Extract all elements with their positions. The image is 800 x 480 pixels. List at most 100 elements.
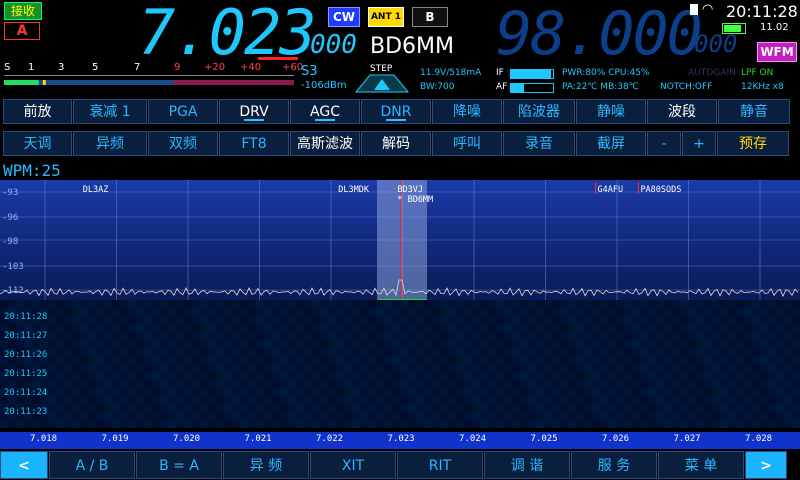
station-label-5: PA80SODS — [640, 185, 681, 195]
button-label: 衰减 1 — [89, 104, 131, 120]
button-row1-8[interactable]: 静噪 — [576, 99, 646, 124]
waterfall-time: 20:11:26 — [4, 350, 48, 360]
if-gain-bar[interactable] — [510, 69, 554, 79]
freq-scale-label: 7.024 — [459, 434, 487, 444]
button-label: 静音 — [740, 104, 768, 120]
button-row1-0[interactable]: 前放 — [3, 99, 72, 124]
button-label: 前放 — [23, 104, 52, 120]
waterfall-display[interactable] — [0, 300, 800, 428]
date: 11.02 — [760, 22, 789, 33]
bottom-button-1[interactable]: A / B — [49, 451, 135, 479]
button-label: 降噪 — [453, 104, 481, 120]
button-row1-1[interactable]: 衰减 1 — [73, 99, 147, 124]
af-gain-bar[interactable] — [510, 83, 554, 93]
station-label-4: G4AFU — [598, 185, 624, 195]
receive-badge: 接收 — [4, 2, 42, 20]
bottom-button-5[interactable]: RIT — [397, 451, 483, 479]
station-label-2: BD3VJ — [397, 185, 423, 195]
button-label: DNR — [380, 104, 412, 120]
button-row2-10[interactable]: + — [682, 131, 716, 156]
button-label: 高斯滤波 — [297, 136, 353, 152]
bottom-button-4[interactable]: XIT — [310, 451, 396, 479]
freq-scale-label: 7.022 — [316, 434, 344, 444]
dbm-reading: -106dBm — [301, 80, 347, 91]
button-row2-5[interactable]: 解码 — [361, 131, 431, 156]
notch-readout: NOTCH:OFF — [660, 82, 713, 92]
bottom-button-6[interactable]: 调 谐 — [484, 451, 570, 479]
step-indicator[interactable] — [352, 73, 412, 93]
button-row1-6[interactable]: 降噪 — [432, 99, 502, 124]
button-row1-10[interactable]: 静音 — [718, 99, 790, 124]
vfo-a-indicator[interactable]: A — [4, 22, 40, 40]
button-row2-9[interactable]: - — [647, 131, 681, 156]
button-label: 预存 — [739, 136, 767, 152]
button-row2-3[interactable]: FT8 — [219, 131, 289, 156]
button-label: 呼叫 — [453, 136, 481, 152]
s-meter-tick-1: 1 — [28, 62, 35, 73]
db-label: -98 — [2, 237, 18, 247]
button-row1-9[interactable]: 波段 — [647, 99, 717, 124]
button-row2-1[interactable]: 异频 — [73, 131, 147, 156]
waterfall-time: 20:11:24 — [4, 388, 48, 398]
s-reading: S3 — [301, 64, 318, 79]
bottom-button-9[interactable]: > — [745, 451, 787, 479]
if-label: IF — [496, 68, 504, 78]
wpm-readout: WPM:25 — [3, 161, 61, 180]
button-label: 异频 — [96, 136, 124, 152]
bottom-button-0[interactable]: < — [0, 451, 48, 479]
temperature-readout: PA:22℃ MB:38℃ — [562, 82, 639, 92]
bottom-button-7[interactable]: 服 务 — [571, 451, 657, 479]
clock: 20:11:28 — [726, 2, 798, 21]
button-row1-7[interactable]: 陷波器 — [503, 99, 575, 124]
button-row2-6[interactable]: 呼叫 — [432, 131, 502, 156]
sd-card-icon — [690, 4, 698, 15]
freq-scale-label: 7.023 — [387, 434, 415, 444]
button-label: 静噪 — [597, 104, 625, 120]
vfo-b-badge[interactable]: B — [412, 7, 448, 27]
button-row1-3[interactable]: DRV — [219, 99, 289, 124]
button-label: 波段 — [668, 104, 696, 120]
button-row2-4[interactable]: 高斯滤波 — [290, 131, 360, 156]
button-row1-5[interactable]: DNR — [361, 99, 431, 124]
bottom-button-3[interactable]: 异 频 — [223, 451, 309, 479]
button-row2-2[interactable]: 双频 — [148, 131, 218, 156]
spectrum-display[interactable]: -93-96-98-103-112DL3AZ DL3MDK BD3VJ* BD6MM… — [0, 180, 800, 300]
button-label: DRV — [239, 104, 269, 120]
freq-scale-label: 7.027 — [673, 434, 701, 444]
voltage-readout: 11.9V/518mA — [420, 68, 482, 78]
wfm-badge[interactable]: WFM — [757, 42, 797, 62]
s-meter-tick-4: 7 — [134, 62, 141, 73]
sub-frequency[interactable]: 98.000 — [496, 2, 703, 66]
s-meter-tick-3: 5 — [92, 62, 99, 73]
button-label: - — [661, 136, 667, 152]
antenna-badge[interactable]: ANT 1 — [368, 7, 404, 27]
button-row2-7[interactable]: 录音 — [503, 131, 575, 156]
bandwidth-readout[interactable]: BW:700 — [420, 82, 454, 92]
button-row1-4[interactable]: AGC — [290, 99, 360, 124]
button-label: + — [693, 136, 705, 152]
freq-scale-label: 7.019 — [101, 434, 129, 444]
s-meter-tick-5: 9 — [174, 62, 181, 73]
button-row1-2[interactable]: PGA — [148, 99, 218, 124]
waterfall-time: 20:11:25 — [4, 369, 48, 379]
s-meter-bar — [4, 80, 294, 85]
s-meter-tick-6: +20 — [204, 62, 226, 73]
freq-scale-label: 7.021 — [244, 434, 272, 444]
button-row2-8[interactable]: 截屏 — [576, 131, 646, 156]
button-label: PGA — [168, 104, 198, 120]
callsign: BD6MM — [370, 34, 454, 59]
bottom-button-2[interactable]: B = A — [136, 451, 222, 479]
active-indicator — [386, 119, 406, 121]
s-meter-tick-2: 3 — [58, 62, 65, 73]
bottom-button-8[interactable]: 菜 单 — [658, 451, 744, 479]
freq-scale-label: 7.025 — [530, 434, 558, 444]
button-row2-0[interactable]: 天调 — [3, 131, 72, 156]
s-meter-tick-7: +40 — [240, 62, 262, 73]
s-meter-axis — [4, 75, 294, 76]
db-label: -103 — [2, 262, 24, 272]
mode-badge[interactable]: CW — [328, 7, 360, 27]
button-row2-11[interactable]: 预存 — [717, 131, 789, 156]
autogain-label: AUTOGAIN — [688, 68, 736, 78]
freq-scale-label: 7.018 — [30, 434, 58, 444]
button-label: 截屏 — [597, 136, 625, 152]
